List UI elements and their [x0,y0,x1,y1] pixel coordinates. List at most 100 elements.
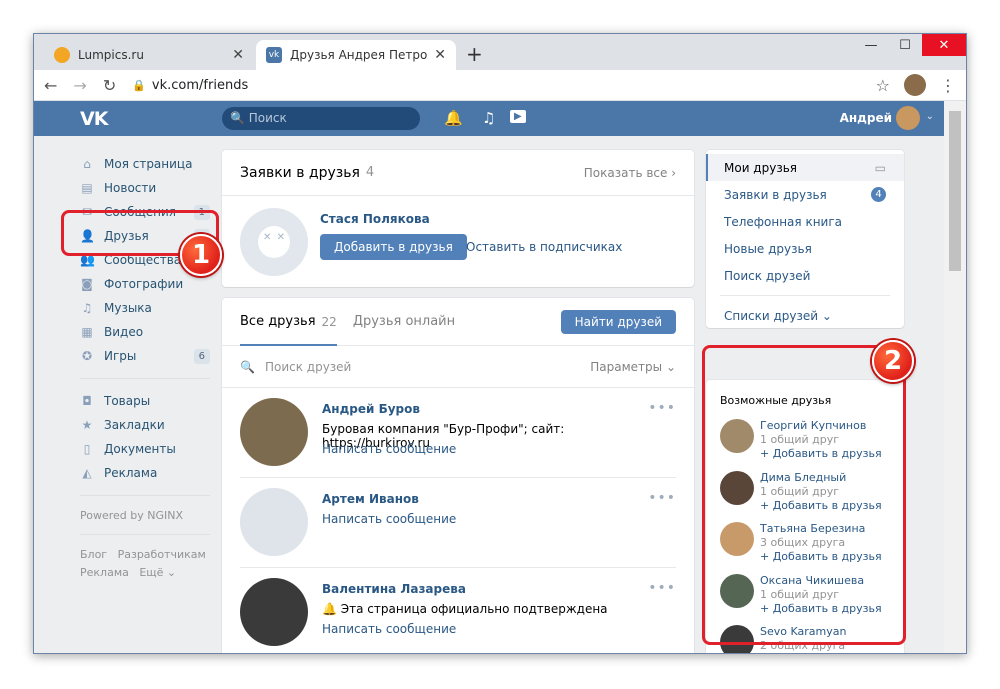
footer-links-row-2: Реклама Ещё ⌄ [80,563,210,581]
music-icon: ♫ [81,301,93,315]
user-menu-chevron-icon[interactable]: ⌄ [926,111,934,122]
tab-lumpics[interactable]: Lumpics.ru ✕ [44,40,254,70]
nav-photos[interactable]: ◙ Фотографии [80,272,210,296]
close-tab-icon[interactable]: ✕ [232,47,244,63]
find-friends-button[interactable]: Найти друзей [560,309,676,334]
vk-header: VK 🔍 Поиск 🔔 ♫ ▶ Андрей ⌄ [34,101,946,136]
nav-news[interactable]: ▤ Новости [80,176,210,200]
profile-avatar[interactable] [904,74,926,96]
minimize-icon[interactable]: — [854,34,888,56]
more-actions-icon[interactable]: ••• [648,490,676,506]
nav-bookmarks[interactable]: ★ Закладки [80,413,210,437]
window-controls: — ☐ ✕ [854,34,966,56]
nav-goods[interactable]: ◘ Товары [80,389,210,413]
menu-phone-book[interactable]: Телефонная книга [706,208,904,235]
step-badge-1: 1 [180,234,222,276]
friend-avatar[interactable] [240,488,308,556]
menu-friend-requests[interactable]: Заявки в друзья 4 [706,181,904,208]
page-scrollbar[interactable] [944,101,966,653]
nav-documents[interactable]: ▯ Документы [80,437,210,461]
menu-find-friends[interactable]: Поиск друзей [706,262,904,289]
bookmark-star-icon[interactable]: ☆ [876,76,890,95]
close-window-icon[interactable]: ✕ [922,34,966,56]
friends-search-row: 🔍 Поиск друзей Параметры ⌄ [222,346,694,388]
forward-icon[interactable]: → [73,76,86,95]
write-message-link[interactable]: Написать сообщение [322,512,456,526]
nav-games[interactable]: ✪ Игры 6 [80,344,210,368]
reload-icon[interactable]: ↻ [103,76,116,95]
browser-menu-icon[interactable]: ⋮ [940,76,956,95]
scrollbar-thumb[interactable] [949,111,961,271]
footer-link-blog[interactable]: Блог [80,548,107,561]
search-icon: 🔍 [240,359,255,374]
menu-label: Заявки в друзья [724,187,827,202]
user-avatar[interactable] [896,106,920,130]
add-possible-friend-link[interactable]: + Добавить в друзья [760,653,882,654]
new-tab-button[interactable]: + [466,42,483,66]
request-item: Стася Полякова Добавить в друзья Оставит… [222,196,694,286]
nav-label: Новости [104,181,157,195]
friends-tabs: Все друзья 22 Друзья онлайн Найти друзей [222,298,694,346]
show-all-link[interactable]: Показать все › [584,166,676,180]
friend-row: Андрей Буров Буровая компания "Бур-Профи… [240,388,676,478]
keep-subscriber-link[interactable]: Оставить в подписчиках [466,240,622,254]
divider [720,295,890,296]
calendar-icon[interactable]: ▭ [875,161,886,175]
tab-online-friends[interactable]: Друзья онлайн [353,298,455,346]
nav-music[interactable]: ♫ Музыка [80,296,210,320]
friends-search-input[interactable]: Поиск друзей [265,360,351,374]
more-actions-icon[interactable]: ••• [648,580,676,596]
music-note-icon[interactable]: ♫ [482,109,495,127]
request-name[interactable]: Стася Полякова [320,212,430,226]
vk-search-input[interactable]: 🔍 Поиск [222,107,420,130]
close-tab-icon[interactable]: ✕ [434,47,446,63]
tab-title: Lumpics.ru [78,48,144,62]
menu-new-friends[interactable]: Новые друзья [706,235,904,262]
deactivated-avatar[interactable] [240,208,308,276]
menu-friend-lists[interactable]: Списки друзей ⌄ [706,302,904,329]
params-dropdown[interactable]: Параметры ⌄ [590,360,676,374]
maximize-icon[interactable]: ☐ [888,34,922,56]
nav-my-page[interactable]: ⌂ Моя страница [80,152,210,176]
photo-icon: ◙ [81,277,93,291]
url-input[interactable]: vk.com/friends [152,78,876,93]
address-bar: ← → ↻ 🔒 vk.com/friends ☆ ⋮ [34,70,966,100]
requests-title: Заявки в друзья [240,164,360,181]
video-icon: ▦ [81,325,93,339]
goods-icon: ◘ [82,394,92,408]
player-play-icon[interactable]: ▶ [510,110,526,123]
friend-avatar[interactable] [240,398,308,466]
friend-name[interactable]: Артем Иванов [322,492,419,506]
user-name[interactable]: Андрей [840,111,892,125]
menu-label: Мои друзья [724,160,797,175]
nav-video[interactable]: ▦ Видео [80,320,210,344]
lock-icon[interactable]: 🔒 [132,79,146,92]
menu-label: Списки друзей ⌄ [724,308,832,323]
verified-description: 🔔 Эта страница официально подтверждена [322,602,608,616]
nav-label: Закладки [104,418,165,432]
footer-link-developers[interactable]: Разработчикам [118,548,206,561]
title-bar: Lumpics.ru ✕ vk Друзья Андрея Петрова – … [34,34,966,70]
write-message-link[interactable]: Написать сообщение [322,442,456,456]
nav-label: Документы [104,442,176,456]
friend-name[interactable]: Валентина Лазарева [322,582,466,596]
search-placeholder: Поиск [248,111,287,125]
nav-label: Игры [104,349,137,363]
add-friend-button[interactable]: Добавить в друзья [320,234,467,260]
nav-ads[interactable]: ◭ Реклама [80,461,210,485]
tab-title: Друзья Андрея Петрова – 22 др [290,48,428,62]
footer-link-more[interactable]: Ещё ⌄ [139,566,176,579]
back-icon[interactable]: ← [44,76,57,95]
friend-avatar[interactable] [240,578,308,646]
friend-name[interactable]: Андрей Буров [322,402,420,416]
tab-all-friends[interactable]: Все друзья 22 [240,298,337,346]
more-actions-icon[interactable]: ••• [648,400,676,416]
footer-link-ads[interactable]: Реклама [80,566,129,579]
friend-row: Артем Иванов Написать сообщение ••• [240,478,676,568]
write-message-link[interactable]: Написать сообщение [322,622,456,636]
vk-logo[interactable]: VK [80,108,108,130]
documents-icon: ▯ [83,442,91,456]
menu-my-friends[interactable]: Мои друзья ▭ [706,154,904,181]
notifications-bell-icon[interactable]: 🔔 [444,109,463,127]
tab-vk-friends[interactable]: vk Друзья Андрея Петрова – 22 др ✕ [256,40,456,70]
